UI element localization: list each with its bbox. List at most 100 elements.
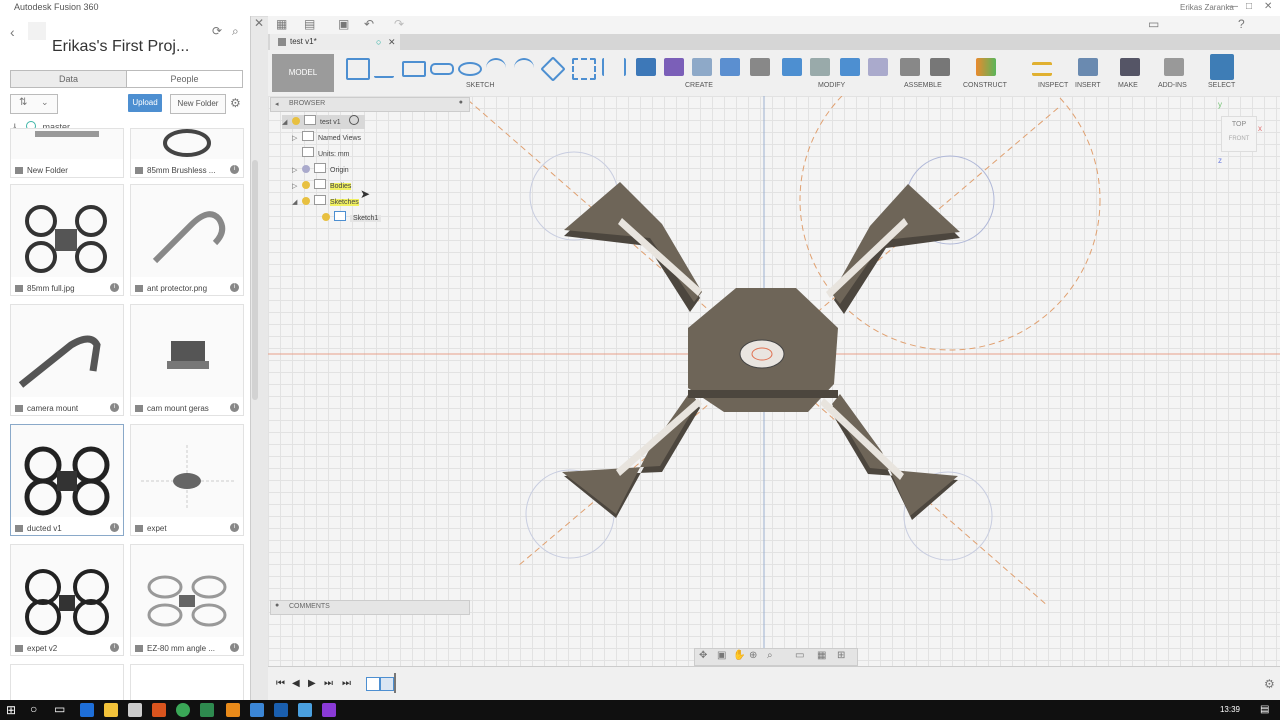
notifications-icon[interactable]: ▤ [1260,704,1269,715]
visibility-bulb-icon[interactable] [302,181,310,189]
joint-icon[interactable] [930,58,950,76]
shell-icon[interactable] [840,58,860,76]
display-settings-icon[interactable]: ▭ [795,650,804,661]
pan-icon[interactable]: ✋ [733,650,745,661]
collapsed-arrow-icon[interactable]: ▷ [292,134,302,142]
view-cube-front[interactable]: FRONT [1222,136,1256,142]
workspace-switcher[interactable]: MODEL [272,54,334,92]
arc-icon[interactable] [514,58,534,78]
search-icon[interactable]: ⌕ [232,24,239,39]
create-sketch-icon[interactable] [346,58,370,80]
grid-settings-icon[interactable]: ▦ [817,650,826,661]
document-tab[interactable]: test v1* ○ ✕ [270,34,400,50]
toolbar-group-make[interactable]: MAKE [1118,82,1138,89]
go-to-start-icon[interactable]: ⏮ [276,678,285,689]
fillet-icon[interactable] [810,58,830,76]
info-icon[interactable]: i [230,403,239,412]
search-circle-icon[interactable]: ○ [30,702,37,716]
tab-data[interactable]: Data [10,70,127,88]
list-item[interactable]: ducted v1 i [10,424,124,536]
list-item[interactable]: EZ-80 mm angle ... i [130,544,244,656]
extrude-icon[interactable] [636,58,656,76]
offset-icon[interactable] [572,58,596,80]
list-item[interactable]: ant protector.png i [130,184,244,296]
collapsed-arrow-icon[interactable]: ▷ [292,182,302,190]
3d-print-icon[interactable] [1120,58,1140,76]
list-item[interactable]: 85mm Brushless ... i [130,128,244,178]
mirror-icon[interactable] [602,58,626,76]
file-menu-icon[interactable]: ▤ [304,17,315,31]
toolbar-group-inspect[interactable]: INSPECT [1038,82,1068,89]
grid-menu-icon[interactable]: ▦ [276,17,287,31]
job-status-icon[interactable]: ▭ [1148,17,1159,31]
browser-node-sketch1[interactable]: Sketch1 [322,211,382,225]
browser-node-origin[interactable]: ▷ Origin [292,163,349,177]
info-icon[interactable]: i [110,643,119,652]
toolbar-group-add-ins[interactable]: ADD-INS [1158,82,1187,89]
step-forward-icon[interactable]: ⏭ [324,678,333,689]
browser-node-sketches[interactable]: ◢ Sketches [292,195,359,209]
edge-app-icon[interactable] [80,703,94,717]
visibility-bulb-icon[interactable] [292,117,300,125]
info-icon[interactable]: i [110,283,119,292]
form-icon[interactable] [664,58,684,76]
info-icon[interactable]: i [230,523,239,532]
app-icon[interactable] [298,703,312,717]
view-cube-top[interactable]: TOP [1222,121,1256,128]
store-app-icon[interactable] [128,703,142,717]
step-back-icon[interactable]: ◀ [292,678,300,689]
browser-node-named-views[interactable]: ▷ Named Views [292,131,361,145]
expanded-arrow-icon[interactable]: ◢ [292,198,302,206]
app-icon[interactable] [322,703,336,717]
data-panel-scrollbar[interactable] [252,160,258,400]
toolbar-group-sketch[interactable]: SKETCH [466,82,494,89]
scale-icon[interactable] [868,58,888,76]
visibility-bulb-icon[interactable] [302,165,310,173]
save-icon[interactable]: ▣ [338,17,349,31]
activate-icon[interactable] [348,115,359,125]
rectangle-icon[interactable] [402,61,426,77]
app-icon[interactable] [274,703,288,717]
polygon-icon[interactable] [540,56,566,82]
list-item[interactable]: cam mount geras i [130,304,244,416]
list-item[interactable]: 85mm full.jpg i [10,184,124,296]
offset-plane-icon[interactable] [976,58,996,76]
browser-root-node[interactable]: ◢ test v1 [282,115,365,129]
collapsed-arrow-icon[interactable]: ▷ [292,166,302,174]
minimize-icon[interactable]: — [1228,1,1238,12]
select-icon[interactable] [1210,54,1234,80]
look-at-icon[interactable]: ▣ [717,650,726,661]
toolbar-group-insert[interactable]: INSERT [1075,82,1101,89]
toolbar-group-assemble[interactable]: ASSEMBLE [904,82,942,89]
list-item[interactable]: New Folder [10,128,124,178]
chrome-app-icon[interactable] [176,703,190,717]
refresh-icon[interactable]: ⟳ [212,24,222,38]
taskbar-clock[interactable]: 13:39 [1220,705,1240,714]
undo-icon[interactable]: ↶ [364,17,374,31]
app-icon[interactable] [250,703,264,717]
coil-icon[interactable] [750,58,770,76]
list-item[interactable] [130,664,244,701]
sort-dropdown[interactable]: ⇅ ⌄ [10,94,58,114]
excel-app-icon[interactable] [200,703,214,717]
play-icon[interactable]: ▶ [308,678,316,689]
close-icon[interactable]: ✕ [1264,1,1272,12]
timeline-settings-icon[interactable]: ⚙ [1264,677,1275,691]
fit-icon[interactable]: ⌕ [767,650,773,661]
upload-button[interactable]: Upload [128,94,162,112]
scripts-icon[interactable] [1164,58,1184,76]
close-tab-icon[interactable]: ✕ [388,34,396,50]
toolbar-group-create[interactable]: CREATE [685,82,713,89]
measure-icon[interactable] [1032,62,1052,76]
expanded-arrow-icon[interactable]: ◢ [282,118,292,126]
toolbar-group-modify[interactable]: MODIFY [818,82,845,89]
user-name[interactable]: Erikas Zaranka [1180,3,1234,12]
info-icon[interactable]: i [110,403,119,412]
close-panel-icon[interactable]: ✕ [254,16,264,30]
windows-start-icon[interactable]: ⊞ [6,703,16,717]
browser-node-bodies[interactable]: ▷ Bodies [292,179,352,193]
new-folder-button[interactable]: New Folder [170,94,226,114]
explorer-app-icon[interactable] [104,703,118,717]
redo-icon[interactable]: ↷ [394,17,404,31]
info-icon[interactable]: i [230,643,239,652]
